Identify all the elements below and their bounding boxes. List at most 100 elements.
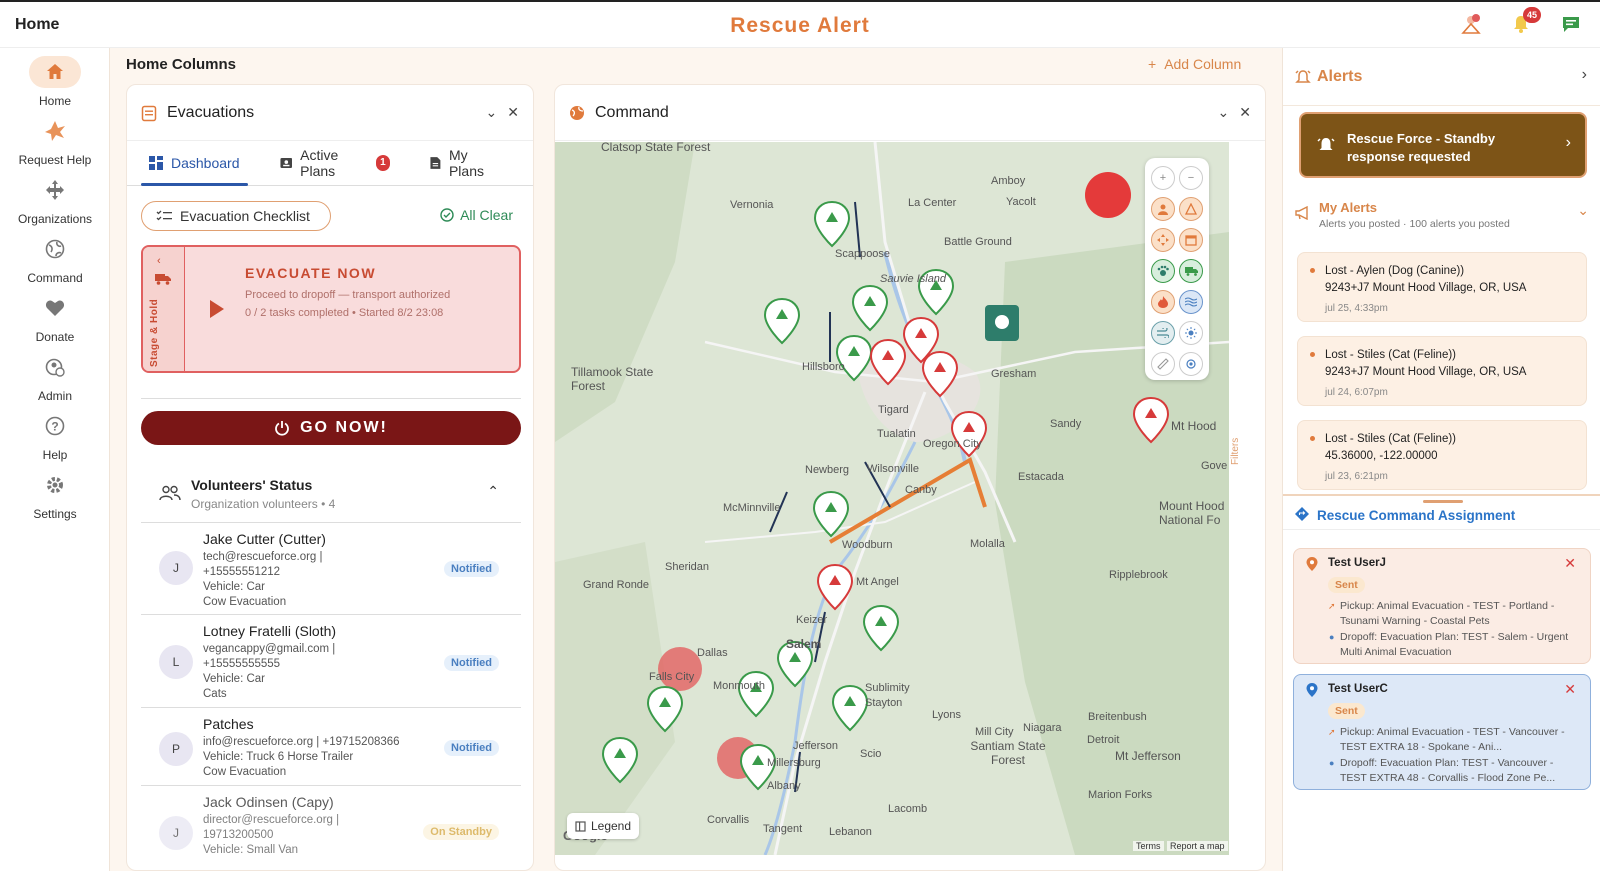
calendar-layer-icon[interactable] (1179, 228, 1203, 252)
volunteers-subtitle: Organization volunteers • 4 (191, 497, 336, 511)
avatar: L (159, 645, 193, 679)
evacuate-now-card[interactable]: ‹ Stage & Hold EVACUATE NOW Proceed to d… (141, 245, 521, 373)
map-label: Ripplebrook (1109, 569, 1168, 581)
assignment-card[interactable]: Test UserJ Sent ➚ Pickup: Animal Evacuat… (1293, 548, 1591, 664)
volunteer-email: vegancappy@gmail.com | (203, 643, 336, 655)
notifications-bell-icon[interactable]: 45 (1510, 7, 1541, 35)
go-now-button[interactable]: GO NOW! (141, 411, 521, 445)
sidebar-item-help[interactable]: ? Help (0, 410, 110, 462)
alert-time: jul 25, 4:33pm (1325, 303, 1388, 314)
globe-icon (570, 105, 584, 120)
tab-my-plans[interactable]: My Plans (422, 141, 509, 185)
my-location-icon[interactable] (1179, 352, 1203, 376)
avatar: P (159, 732, 193, 766)
zoom-in-button[interactable]: + (1151, 166, 1175, 190)
rescuer-alert-icon[interactable] (1460, 13, 1482, 35)
map-label: Woodburn (842, 539, 893, 551)
map-label: Lacomb (888, 803, 928, 815)
map-label: Keizer (796, 614, 828, 626)
sidebar-item-admin[interactable]: Admin (0, 351, 110, 403)
organization-layer-icon[interactable] (1151, 228, 1175, 252)
green-shelter-marker[interactable] (763, 297, 801, 345)
chevron-left-icon[interactable]: ‹ (157, 255, 161, 267)
red-alert-marker[interactable] (869, 338, 907, 386)
paw-layer-icon[interactable] (1151, 259, 1175, 283)
add-column-button[interactable]: + Add Column (1148, 56, 1241, 72)
close-panel-button[interactable]: ✕ (1239, 104, 1251, 121)
ruler-icon[interactable] (1151, 352, 1175, 376)
legend-button[interactable]: Legend (567, 813, 639, 839)
map-label: Canby (905, 484, 937, 496)
map-label: Tigard (878, 404, 909, 416)
evacuate-now-description: Proceed to dropoff — transport authorize… (245, 289, 451, 301)
remove-assignment-button[interactable]: ✕ (1564, 555, 1576, 572)
flood-layer-icon[interactable] (1179, 290, 1203, 314)
chevron-up-icon[interactable]: ⌃ (487, 483, 499, 500)
sidebar-item-request-help[interactable]: Request Help (0, 115, 110, 167)
alert-item[interactable]: Lost - Stiles (Cat (Feline)) 45.36000, -… (1297, 420, 1587, 490)
sun-layer-icon[interactable] (1179, 321, 1203, 345)
sidebar-item-organizations[interactable]: Organizations (0, 174, 110, 226)
sidebar-item-command[interactable]: Command (0, 233, 110, 285)
map-label: Corvallis (707, 814, 750, 826)
status-badge: Notified (444, 655, 499, 671)
messages-icon[interactable] (1560, 13, 1582, 35)
green-shelter-marker[interactable] (737, 670, 775, 718)
rescue-command-assignment-header[interactable]: Rescue Command Assignment (1283, 494, 1600, 530)
red-alert-marker[interactable] (816, 563, 854, 611)
alert-item[interactable]: Lost - Stiles (Cat (Feline)) 9243+J7 Mou… (1297, 336, 1587, 406)
command-map[interactable]: Clatsop State Forest Vernonia La Center … (555, 142, 1229, 855)
report-map-link[interactable]: Report a map (1167, 841, 1228, 851)
volunteer-vehicle: Vehicle: Car (203, 673, 266, 685)
green-shelter-marker[interactable] (646, 685, 684, 733)
evacuation-checklist-button[interactable]: Evacuation Checklist (141, 201, 331, 231)
red-alert-marker[interactable] (921, 350, 959, 398)
green-shelter-marker[interactable] (851, 284, 889, 332)
volunteer-row[interactable]: J Jake Cutter (Cutter) tech@rescueforce.… (141, 523, 521, 615)
sidebar-item-settings[interactable]: Settings (0, 469, 110, 521)
person-layer-icon[interactable] (1151, 197, 1175, 221)
tab-active-plans[interactable]: Active Plans 1 (272, 141, 399, 185)
wind-layer-icon[interactable] (1151, 321, 1175, 345)
collapse-chevron-icon[interactable]: ⌄ (1218, 104, 1230, 121)
dropoff-pin-icon: ● (1329, 632, 1335, 642)
map-terms-link[interactable]: Terms (1133, 841, 1164, 851)
green-shelter-marker[interactable] (835, 334, 873, 382)
sidebar-item-donate[interactable]: Donate (0, 292, 110, 344)
close-panel-button[interactable]: ✕ (507, 104, 519, 121)
chevron-right-icon[interactable]: › (1582, 66, 1587, 84)
volunteer-row[interactable]: L Lotney Fratelli (Sloth) vegancappy@gma… (141, 615, 521, 708)
dropoff-text: Dropoff: Evacuation Plan: TEST - Salem -… (1340, 631, 1569, 658)
green-shelter-marker[interactable] (812, 490, 850, 538)
remove-assignment-button[interactable]: ✕ (1564, 681, 1576, 698)
sidebar: Home Request Help Organizations Command … (0, 48, 110, 871)
volunteer-vehicle: Vehicle: Truck 6 Horse Trailer (203, 751, 354, 763)
sidebar-item-home[interactable]: Home (0, 56, 110, 108)
truck-layer-icon[interactable] (1179, 259, 1203, 283)
green-shelter-marker[interactable] (862, 604, 900, 652)
green-shelter-marker[interactable] (813, 200, 851, 248)
volunteers-status-header[interactable]: Volunteers' Status Organization voluntee… (141, 469, 521, 523)
map-label: Lyons (932, 709, 961, 721)
rescue-command-assignment-title: Rescue Command Assignment (1317, 508, 1516, 523)
alert-item[interactable]: Lost - Aylen (Dog (Canine)) 9243+J7 Moun… (1297, 252, 1587, 322)
chevron-down-icon[interactable]: ⌄ (1577, 202, 1589, 219)
volunteer-row[interactable]: J Jack Odinsen (Capy) director@rescuefor… (141, 786, 521, 870)
volunteer-row[interactable]: P Patches info@rescueforce.org | +197152… (141, 708, 521, 786)
tab-dashboard[interactable]: Dashboard (141, 141, 248, 186)
alerts-header[interactable]: Alerts › (1283, 48, 1600, 106)
collapse-chevron-icon[interactable]: ⌄ (486, 104, 498, 121)
map-label: Vernonia (730, 199, 774, 211)
play-icon[interactable] (209, 299, 225, 319)
green-shelter-marker[interactable] (601, 736, 639, 784)
green-shelter-marker[interactable] (831, 684, 869, 732)
zoom-out-button[interactable]: − (1179, 166, 1203, 190)
assignment-card[interactable]: Test UserC Sent ➚ Pickup: Animal Evacuat… (1293, 674, 1591, 790)
filters-tab[interactable]: Filters (1230, 438, 1241, 465)
warning-layer-icon[interactable] (1179, 197, 1203, 221)
fire-layer-icon[interactable] (1151, 290, 1175, 314)
map-label: Tualatin (877, 428, 916, 440)
check-circle-icon (440, 208, 454, 222)
red-alert-marker[interactable] (1132, 396, 1170, 444)
standby-request-card[interactable]: Rescue Force - Standby response requeste… (1299, 112, 1587, 178)
